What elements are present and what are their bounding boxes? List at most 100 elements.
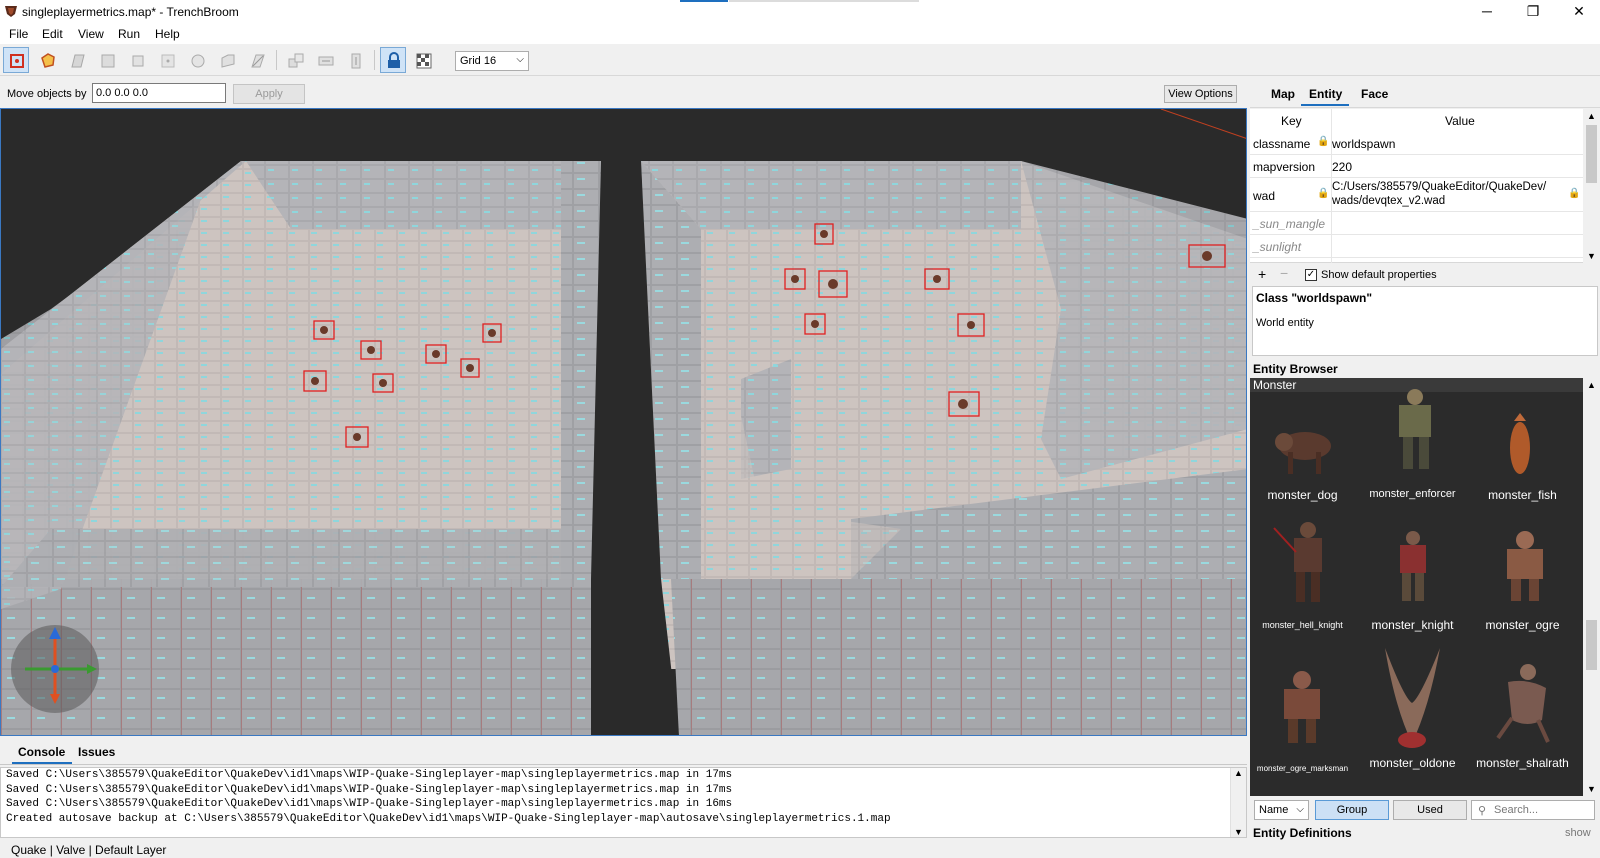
entity-item[interactable]: monster_knight <box>1360 518 1465 638</box>
move-objects-label: Move objects by <box>7 88 87 100</box>
flip-horizontal-button[interactable] <box>312 47 338 73</box>
vertex-tool-button[interactable] <box>154 47 180 73</box>
tab-face[interactable]: Face <box>1361 87 1388 101</box>
column-header-key[interactable]: Key <box>1281 114 1302 128</box>
console-line: Saved C:\Users\385579\QuakeEditor\QuakeD… <box>6 769 733 781</box>
property-key: _sun_mangle <box>1253 217 1326 231</box>
console-output[interactable]: Saved C:\Users\385579\QuakeEditor\QuakeD… <box>0 767 1247 838</box>
entity-item[interactable]: monster_hell_knight <box>1250 518 1355 638</box>
scale-tool-button[interactable] <box>94 47 120 73</box>
entity-browser[interactable]: Monster monster_dog monster_enforcer mon… <box>1250 378 1583 796</box>
monster-enforcer-thumbnail <box>1399 389 1431 469</box>
search-icon: ⚲ <box>1478 805 1487 817</box>
entity-item[interactable]: monster_enforcer <box>1360 378 1465 508</box>
face-icon <box>221 54 235 68</box>
menu-edit[interactable]: Edit <box>42 27 63 41</box>
duplicate-icon <box>288 53 304 68</box>
tab-entity[interactable]: Entity <box>1309 87 1342 101</box>
scroll-up-icon[interactable]: ▲ <box>1234 768 1243 778</box>
flip-vertical-button[interactable] <box>342 47 368 73</box>
menu-run[interactable]: Run <box>118 27 140 41</box>
edge-tool-button[interactable] <box>184 47 210 73</box>
compass-gizmo[interactable] <box>11 625 99 713</box>
minimize-button[interactable]: ─ <box>1464 0 1510 24</box>
monster-shalrath-thumbnail <box>1496 664 1550 743</box>
face-tool-button[interactable] <box>214 47 240 73</box>
tab-issues[interactable]: Issues <box>78 745 115 759</box>
scroll-down-icon[interactable]: ▼ <box>1587 784 1596 794</box>
remove-property-icon[interactable]: − <box>1280 265 1288 281</box>
property-row[interactable]: _sunlight <box>1250 235 1583 258</box>
tab-console[interactable]: Console <box>18 745 65 759</box>
menu-file[interactable]: File <box>9 27 28 41</box>
scrollbar-thumb[interactable] <box>1586 125 1597 183</box>
sort-select[interactable]: Name ⌵ <box>1254 800 1309 820</box>
show-default-checkbox[interactable]: ✓ <box>1305 269 1317 281</box>
chevron-down-icon: ⌵ <box>1296 804 1304 815</box>
monster-hell-knight-thumbnail <box>1273 522 1322 602</box>
lock-icon: 🔒 <box>1317 188 1330 199</box>
grid-size-select[interactable]: Grid 16 ⌵ <box>455 51 529 71</box>
properties-scrollbar[interactable]: ▲ ▼ <box>1583 109 1600 263</box>
entity-item[interactable]: monster_fish <box>1470 398 1575 508</box>
show-default-label: Show default properties <box>1321 269 1437 281</box>
group-button[interactable]: Group <box>1315 800 1389 820</box>
entity-item[interactable]: monster_ogre_marksman <box>1250 658 1355 788</box>
entity-item[interactable]: monster_shalrath <box>1470 658 1575 788</box>
property-row[interactable]: classname 🔒 worldspawn <box>1250 132 1583 155</box>
entity-label: monster_hell_knight <box>1262 620 1343 630</box>
entity-item[interactable]: monster_dog <box>1250 398 1355 508</box>
property-value: C:/Users/385579/QuakeEditor/QuakeDev/ <box>1332 181 1547 193</box>
property-row[interactable]: _sun_mangle <box>1250 212 1583 235</box>
clip-tool-button[interactable] <box>244 47 270 73</box>
tab-map[interactable]: Map <box>1271 87 1295 101</box>
texture-lock-button[interactable] <box>380 47 406 73</box>
grid-size-value: Grid 16 <box>460 55 497 67</box>
select-tool-button[interactable] <box>3 47 29 73</box>
menu-help[interactable]: Help <box>155 27 180 41</box>
add-property-icon[interactable]: + <box>1258 266 1266 282</box>
search-field[interactable]: ⚲ Search... <box>1471 800 1595 820</box>
menu-bar: File Edit View Run Help <box>0 24 1600 44</box>
class-description: World entity <box>1256 317 1314 329</box>
title-bar: singleplayermetrics.map* - TrenchBroom ─… <box>0 0 1600 24</box>
brush-icon <box>41 53 55 68</box>
column-header-value[interactable]: Value <box>1445 114 1475 128</box>
status-bar <box>0 840 1600 858</box>
view-options-button[interactable]: View Options <box>1164 85 1237 103</box>
menu-view[interactable]: View <box>78 27 104 41</box>
monster-knight-thumbnail <box>1400 531 1426 601</box>
entity-label: monster_dog <box>1267 488 1338 502</box>
entity-item[interactable]: monster_oldone <box>1360 648 1465 788</box>
property-key: _sunlight <box>1253 240 1302 254</box>
console-scrollbar[interactable]: ▲ ▼ <box>1230 768 1246 837</box>
property-row[interactable]: wad 🔒 C:/Users/385579/QuakeEditor/QuakeD… <box>1250 178 1583 212</box>
duplicate-button[interactable] <box>282 47 308 73</box>
scroll-down-icon[interactable]: ▼ <box>1234 827 1243 837</box>
property-controls: + − ✓ Show default properties <box>1250 265 1600 285</box>
clip-icon <box>251 54 265 68</box>
brush-tool-button[interactable] <box>34 47 60 73</box>
scroll-down-icon[interactable]: ▼ <box>1587 251 1596 261</box>
scrollbar-thumb[interactable] <box>1586 620 1597 670</box>
close-button[interactable]: ✕ <box>1556 0 1600 24</box>
entity-browser-title: Entity Browser <box>1253 362 1338 376</box>
scroll-up-icon[interactable]: ▲ <box>1587 380 1596 390</box>
3d-viewport[interactable] <box>0 108 1247 736</box>
move-objects-input[interactable] <box>92 83 226 103</box>
rotate-icon <box>132 55 144 67</box>
shear-tool-button[interactable] <box>64 47 90 73</box>
entity-definitions-show-link[interactable]: show <box>1565 827 1591 839</box>
property-row[interactable]: mapversion 220 <box>1250 155 1583 178</box>
rotate-tool-button[interactable] <box>124 47 150 73</box>
scale-icon <box>101 54 115 68</box>
entity-item[interactable]: monster_ogre <box>1470 518 1575 638</box>
used-button[interactable]: Used <box>1393 800 1467 820</box>
apply-button[interactable]: Apply <box>233 84 305 104</box>
active-tab-indicator <box>1301 104 1349 106</box>
maximize-button[interactable]: ❐ <box>1510 0 1556 24</box>
entity-browser-scrollbar[interactable]: ▲ ▼ <box>1583 378 1600 796</box>
uv-lock-button[interactable] <box>410 47 436 73</box>
map-render <box>1 109 1246 735</box>
scroll-up-icon[interactable]: ▲ <box>1587 111 1596 121</box>
